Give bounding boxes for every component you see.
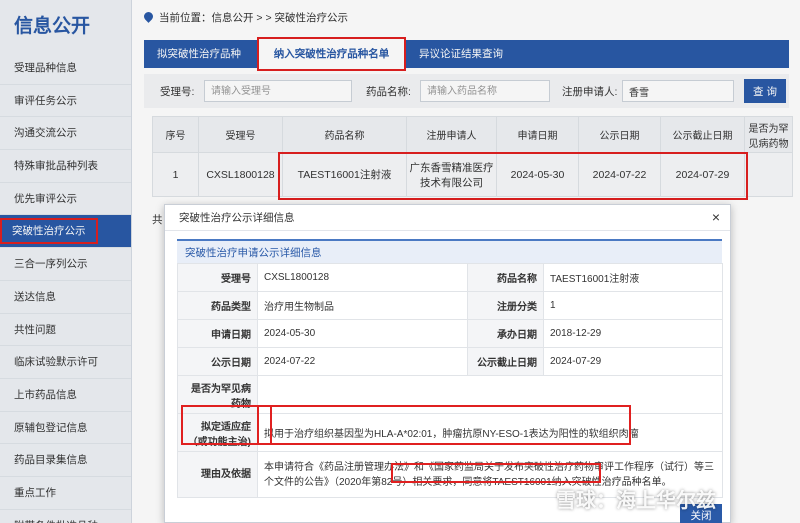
close-icon[interactable]: × <box>712 209 720 225</box>
detail-row: 申请日期 2024-05-30 承办日期 2018-12-29 <box>177 319 723 348</box>
detail-row: 公示日期 2024-07-22 公示截止日期 2024-07-29 <box>177 347 723 376</box>
handle-date-label: 承办日期 <box>467 319 544 348</box>
detail-section: 突破性治疗申请公示详细信息 受理号 CXSL1800128 药品名称 TAEST… <box>177 239 723 498</box>
modal-title: 突破性治疗公示详细信息 <box>165 205 730 231</box>
reason-highlight <box>391 463 601 483</box>
drug-type-label: 药品类型 <box>177 291 258 320</box>
section-title: 突破性治疗申请公示详细信息 <box>177 239 722 263</box>
reg-class-label: 注册分类 <box>467 291 544 320</box>
watermark: 雪球：海上华尔兹 <box>556 488 716 512</box>
apply-date-label: 申请日期 <box>177 319 258 348</box>
reg-class-value: 1 <box>543 291 723 320</box>
reason-label: 理由及依据 <box>177 451 258 498</box>
accept-no-value: CXSL1800128 <box>257 263 468 292</box>
drug-name-value: TAEST16001注射液 <box>543 263 723 292</box>
pub-end-label: 公示截止日期 <box>467 347 544 376</box>
accept-no-label: 受理号 <box>177 263 258 292</box>
apply-date-value: 2024-05-30 <box>257 319 468 348</box>
drug-type-value: 治疗用生物制品 <box>257 291 468 320</box>
pub-date-value: 2024-07-22 <box>257 347 468 376</box>
detail-row: 受理号 CXSL1800128 药品名称 TAEST16001注射液 <box>177 263 723 292</box>
pub-date-label: 公示日期 <box>177 347 258 376</box>
handle-date-value: 2018-12-29 <box>543 319 723 348</box>
drug-name-label: 药品名称 <box>467 263 544 292</box>
detail-row: 药品类型 治疗用生物制品 注册分类 1 <box>177 291 723 320</box>
detail-modal: 突破性治疗公示详细信息 × 突破性治疗申请公示详细信息 受理号 CXSL1800… <box>164 204 731 523</box>
pub-end-value: 2024-07-29 <box>543 347 723 376</box>
indication-value-highlight <box>257 405 631 445</box>
